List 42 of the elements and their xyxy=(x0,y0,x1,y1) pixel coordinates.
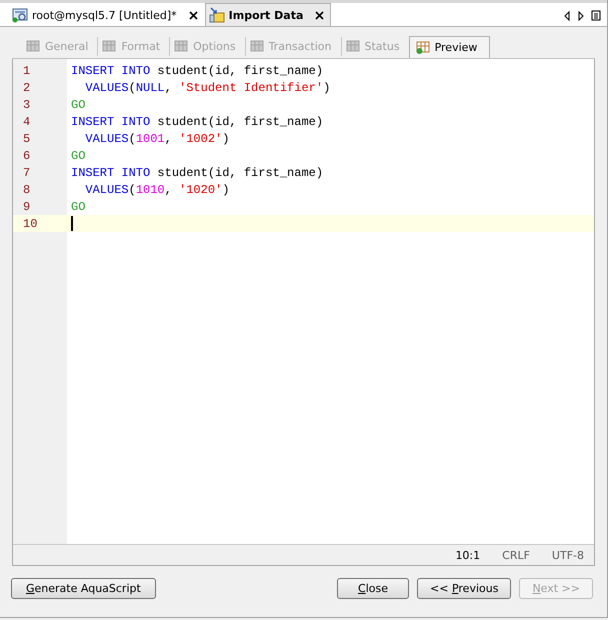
tab-label: Import Data xyxy=(228,8,304,22)
code-line: GO xyxy=(70,198,86,215)
table-icon xyxy=(26,39,41,54)
code-line: VALUES(NULL, 'Student Identifier') xyxy=(84,80,330,96)
table-icon xyxy=(174,39,190,54)
table-icon xyxy=(346,39,361,54)
text-cursor xyxy=(71,216,73,231)
code-line: INSERT INTO student(id, first_name) xyxy=(70,114,324,130)
menu-icon[interactable] xyxy=(591,10,601,21)
line-number: 4 xyxy=(22,114,32,128)
table-icon xyxy=(250,39,265,54)
line-number: 9 xyxy=(22,200,32,214)
line-number: 6 xyxy=(22,148,32,162)
wizard-tab[interactable]: Preview xyxy=(408,36,490,58)
line-number: 3 xyxy=(22,98,32,112)
import-icon xyxy=(208,7,225,23)
cursor-position: 10:1 xyxy=(455,548,480,562)
code-line: GO xyxy=(70,96,86,113)
scroll-right-icon[interactable] xyxy=(577,10,585,20)
line-number: 7 xyxy=(22,166,32,180)
wizard-button[interactable]: Close xyxy=(337,578,409,599)
wizard-button[interactable]: << Previous xyxy=(417,578,512,599)
code-line: GO xyxy=(70,148,86,164)
line-number: 2 xyxy=(22,80,32,94)
wizard-button[interactable]: Generate AquaScript xyxy=(11,578,156,599)
code-line: INSERT INTO student(id, first_name) xyxy=(70,164,324,181)
line-number: 5 xyxy=(22,132,32,146)
tab-label: root@mysql5.7 [Untitled]* xyxy=(32,8,177,22)
close-icon[interactable] xyxy=(315,10,324,20)
database-window-icon xyxy=(12,7,28,23)
document-tab[interactable]: Import Data xyxy=(204,3,332,26)
close-icon[interactable] xyxy=(188,10,198,20)
table-icon xyxy=(102,39,118,54)
scroll-left-icon[interactable] xyxy=(563,10,571,20)
line-number: 8 xyxy=(22,182,32,196)
code-line: VALUES(1010, '1020') xyxy=(84,182,230,198)
code-line: INSERT INTO student(id, first_name) xyxy=(70,62,324,79)
encoding: UTF-8 xyxy=(552,548,584,562)
line-number: 1 xyxy=(22,64,32,78)
line-ending: CRLF xyxy=(502,548,530,562)
table-icon xyxy=(416,40,431,55)
code-line: VALUES(1001, '1002') xyxy=(84,130,230,147)
